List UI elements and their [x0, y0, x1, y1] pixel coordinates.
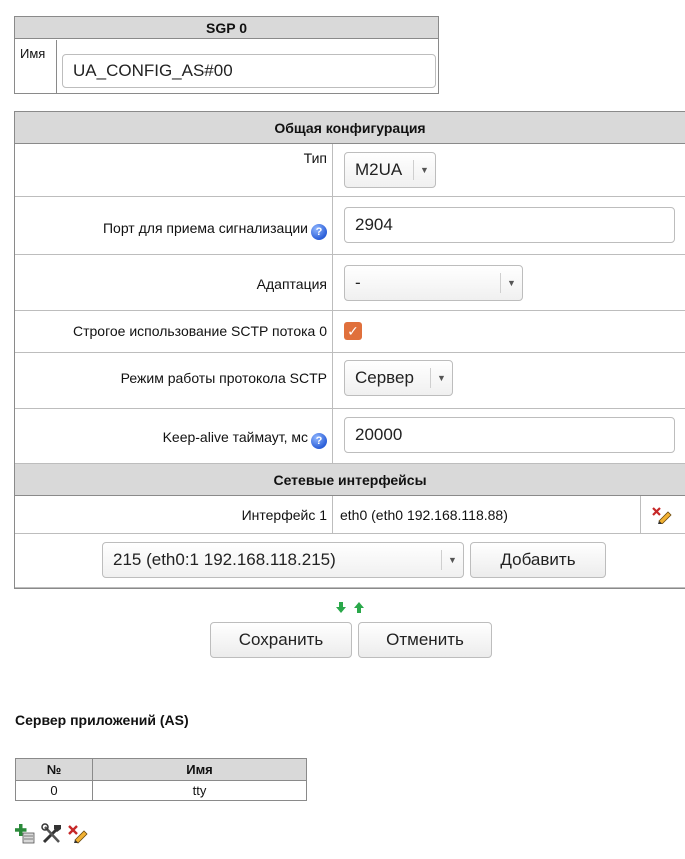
port-input[interactable]: 2904	[344, 207, 675, 243]
chevron-down-icon: ▼	[441, 550, 463, 570]
port-row: Порт для приема сигнализации? 2904	[15, 197, 685, 255]
as-table: № Имя 0 tty	[15, 758, 307, 801]
strict-sctp-checkbox[interactable]: ✓	[344, 322, 362, 340]
as-section-title: Сервер приложений (AS)	[15, 712, 189, 728]
general-config-header: Общая конфигурация	[15, 112, 685, 144]
delete-edit-icon[interactable]	[651, 506, 673, 524]
table-row[interactable]: 0 tty	[15, 780, 307, 801]
keepalive-row: Keep-alive таймаут, мс? 20000	[15, 409, 685, 464]
chevron-down-icon: ▼	[413, 160, 435, 180]
interface1-label: Интерфейс 1	[15, 496, 333, 533]
sctp-mode-label: Режим работы протокола SCTP	[15, 353, 333, 408]
as-col-number: №	[15, 758, 93, 781]
adaptation-label: Адаптация	[15, 255, 333, 310]
port-label: Порт для приема сигнализации	[102, 220, 308, 236]
reorder-arrows-icon[interactable]	[335, 601, 369, 615]
strict-sctp-row: Строгое использование SCTP потока 0 ✓	[15, 311, 685, 353]
adaptation-row: Адаптация - ▼	[15, 255, 685, 311]
interface-select-value: 215 (eth0:1 192.168.118.215)	[113, 550, 336, 569]
as-col-name: Имя	[92, 758, 307, 781]
add-interface-button[interactable]: Добавить	[470, 542, 606, 578]
keepalive-label: Keep-alive таймаут, мс	[162, 429, 308, 445]
add-interface-row: 215 (eth0:1 192.168.118.215) ▼ Добавить	[15, 534, 685, 588]
delete-edit-icon[interactable]	[67, 823, 89, 845]
sgp-title: SGP 0	[15, 17, 438, 39]
adaptation-select-value: -	[355, 273, 361, 292]
sgp-name-label: Имя	[15, 40, 57, 93]
sgp-name-input[interactable]: UA_CONFIG_AS#00	[62, 54, 436, 88]
interface-row: Интерфейс 1 eth0 (eth0 192.168.118.88)	[15, 496, 685, 534]
port-label-cell: Порт для приема сигнализации?	[15, 197, 333, 254]
save-button[interactable]: Сохранить	[210, 622, 352, 658]
interface-select[interactable]: 215 (eth0:1 192.168.118.215) ▼	[102, 542, 464, 578]
help-icon[interactable]: ?	[311, 433, 327, 449]
chevron-down-icon: ▼	[500, 273, 522, 293]
adaptation-select[interactable]: - ▼	[344, 265, 523, 301]
keepalive-label-cell: Keep-alive таймаут, мс?	[15, 409, 333, 463]
sctp-mode-select-value: Сервер	[355, 368, 414, 387]
type-label: Тип	[15, 144, 333, 196]
tools-icon[interactable]	[41, 823, 63, 845]
type-select[interactable]: M2UA ▼	[344, 152, 436, 188]
strict-sctp-label: Строгое использование SCTP потока 0	[15, 311, 333, 352]
interface-actions-cell	[640, 496, 685, 533]
add-icon[interactable]	[15, 823, 37, 845]
sgp-table: SGP 0 Имя UA_CONFIG_AS#00	[14, 16, 439, 94]
cancel-button[interactable]: Отменить	[358, 622, 492, 658]
chevron-down-icon: ▼	[430, 368, 452, 388]
type-select-value: M2UA	[355, 160, 403, 179]
sctp-mode-row: Режим работы протокола SCTP Сервер ▼	[15, 353, 685, 409]
general-config-table: Общая конфигурация Тип M2UA ▼ Порт для п…	[14, 111, 685, 589]
sctp-mode-select[interactable]: Сервер ▼	[344, 360, 453, 396]
network-header: Сетевые интерфейсы	[15, 464, 685, 496]
interface1-value: eth0 (eth0 192.168.118.88)	[340, 507, 508, 523]
as-row-name: tty	[92, 780, 307, 801]
as-row-number: 0	[15, 780, 93, 801]
help-icon[interactable]: ?	[311, 224, 327, 240]
type-row: Тип M2UA ▼	[15, 144, 685, 197]
keepalive-input[interactable]: 20000	[344, 417, 675, 453]
